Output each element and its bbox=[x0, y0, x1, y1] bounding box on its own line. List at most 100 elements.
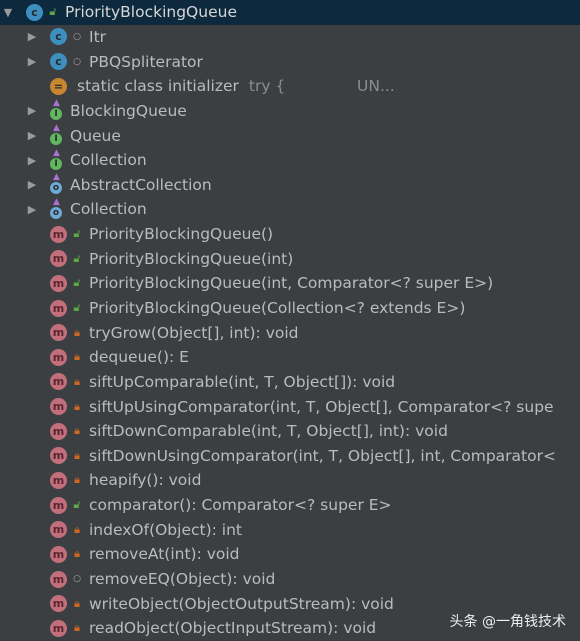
tree-row[interactable]: m 🔒︎ siftDownComparable(int, T, Object[], … bbox=[0, 419, 580, 444]
private-lock-icon: 🔒︎ bbox=[74, 374, 80, 388]
inherited-arrow-icon: ▲ bbox=[53, 98, 60, 109]
row-label: comparator(): Comparator<? super E> bbox=[89, 496, 392, 515]
row-label: Collection bbox=[70, 151, 147, 170]
tree-row[interactable]: m ○ removeEQ(Object): void bbox=[0, 567, 580, 592]
tree-row[interactable]: ▶ o ▲ AbstractCollection bbox=[0, 172, 580, 197]
row-label: writeObject(ObjectOutputStream): void bbox=[89, 594, 394, 613]
inherited-arrow-icon: ▲ bbox=[53, 147, 60, 158]
tree-row[interactable]: ▶ I ▲ BlockingQueue bbox=[0, 98, 580, 124]
private-lock-icon: 🔒︎ bbox=[74, 399, 80, 413]
method-icon: m bbox=[50, 299, 67, 317]
method-icon: m bbox=[50, 496, 67, 514]
tree-row[interactable]: m 🔓︎ comparator(): Comparator<? super E> bbox=[0, 493, 580, 518]
tree-row[interactable]: m 🔒︎ dequeue(): E bbox=[0, 345, 580, 370]
watermark: 头条 @一角钱技术 bbox=[449, 614, 566, 630]
package-private-icon: ○ bbox=[73, 31, 81, 42]
row-label: siftUpComparable(int, T, Object[]): void bbox=[89, 372, 396, 391]
tree-row[interactable]: = static class initializer try {UN... bbox=[0, 74, 580, 99]
private-lock-icon: 🔒︎ bbox=[74, 473, 80, 487]
row-label: siftUpUsingComparator(int, T, Object[], … bbox=[89, 397, 554, 416]
method-icon: m bbox=[50, 348, 67, 366]
row-label: readObject(ObjectInputStream): void bbox=[89, 619, 377, 638]
public-lock-icon: 🔓︎ bbox=[73, 251, 81, 265]
row-detail: try { bbox=[248, 77, 286, 96]
tree-row[interactable]: m 🔓︎ PriorityBlockingQueue(int, Comparator… bbox=[0, 271, 580, 296]
tree-row[interactable]: m 🔓︎ PriorityBlockingQueue(int) bbox=[0, 246, 580, 271]
private-lock-icon: 🔒︎ bbox=[74, 350, 80, 364]
public-lock-icon: 🔓︎ bbox=[73, 498, 81, 512]
row-label: siftDownUsingComparator(int, T, Object[]… bbox=[89, 446, 556, 465]
private-lock-icon: 🔒︎ bbox=[74, 424, 80, 438]
abs-icon: o ▲ bbox=[50, 172, 62, 195]
expand-down-icon[interactable]: ▼ bbox=[0, 6, 16, 19]
package-private-icon: ○ bbox=[73, 574, 81, 585]
row-label: removeAt(int): void bbox=[89, 545, 240, 564]
expand-right-icon[interactable]: ▶ bbox=[24, 104, 40, 117]
row-label: PriorityBlockingQueue() bbox=[89, 225, 274, 244]
row-label: PriorityBlockingQueue bbox=[65, 3, 237, 22]
row-label: BlockingQueue bbox=[70, 101, 187, 120]
expand-right-icon[interactable]: ▶ bbox=[24, 203, 40, 216]
row-label: PriorityBlockingQueue(Collection<? exten… bbox=[89, 299, 466, 317]
tree-row[interactable]: ▶ I ▲ Queue bbox=[0, 123, 580, 148]
tree-row[interactable]: m 🔒︎ heapify(): void bbox=[0, 468, 580, 493]
iface-icon: I ▲ bbox=[50, 98, 62, 121]
class-icon: c bbox=[26, 3, 43, 21]
method-icon: m bbox=[50, 447, 67, 465]
iface-icon: I ▲ bbox=[50, 123, 62, 146]
private-lock-icon: 🔒︎ bbox=[74, 448, 80, 462]
public-lock-icon: 🔓︎ bbox=[73, 227, 81, 241]
class-icon: c bbox=[50, 28, 67, 46]
row-detail-value: UN... bbox=[357, 77, 395, 96]
public-lock-icon: 🔓︎ bbox=[49, 5, 57, 19]
method-icon: m bbox=[50, 570, 67, 588]
tree-row[interactable]: ▶ c ○ Itr bbox=[0, 25, 580, 50]
private-lock-icon: 🔒︎ bbox=[74, 325, 80, 339]
method-icon: m bbox=[50, 373, 67, 391]
init-icon: = bbox=[50, 77, 67, 95]
method-icon: m bbox=[50, 398, 67, 416]
tree-row[interactable]: m 🔓︎ PriorityBlockingQueue() bbox=[0, 222, 580, 247]
row-label: siftDownComparable(int, T, Object[], int… bbox=[89, 422, 448, 441]
expand-right-icon[interactable]: ▶ bbox=[24, 129, 40, 142]
row-label: Collection bbox=[70, 200, 147, 219]
tree-row[interactable]: ▶ I ▲ Collection bbox=[0, 148, 580, 173]
expand-right-icon[interactable]: ▶ bbox=[24, 30, 40, 43]
tree-row[interactable]: ▶ c ○ PBQSpliterator bbox=[0, 49, 580, 74]
private-lock-icon: 🔒︎ bbox=[74, 621, 80, 635]
iface-icon: I ▲ bbox=[50, 148, 62, 170]
row-label: AbstractCollection bbox=[70, 175, 212, 194]
package-private-icon: ○ bbox=[73, 56, 81, 67]
tree-row[interactable]: m 🔒︎ removeAt(int): void bbox=[0, 542, 580, 567]
tree-row[interactable]: m 🔒︎ siftUpUsingComparator(int, T, Object[… bbox=[0, 394, 580, 419]
method-icon: m bbox=[50, 250, 67, 268]
tree-row[interactable]: m 🔒︎ siftUpComparable(int, T, Object[]): v… bbox=[0, 370, 580, 395]
tree-row[interactable]: ▶ o ▲ Collection bbox=[0, 197, 580, 222]
row-label: Itr bbox=[89, 27, 107, 46]
public-lock-icon: 🔓︎ bbox=[73, 301, 81, 314]
row-label: indexOf(Object): int bbox=[89, 520, 242, 539]
inherited-arrow-icon: ▲ bbox=[53, 172, 60, 183]
expand-right-icon[interactable]: ▶ bbox=[24, 154, 40, 167]
public-lock-icon: 🔓︎ bbox=[73, 276, 81, 290]
expand-right-icon[interactable]: ▶ bbox=[24, 55, 40, 68]
row-label: PriorityBlockingQueue(int, Comparator<? … bbox=[89, 274, 494, 293]
row-label: PBQSpliterator bbox=[89, 52, 203, 71]
abs-icon: o ▲ bbox=[50, 197, 62, 219]
inherited-arrow-icon: ▲ bbox=[53, 196, 60, 207]
private-lock-icon: 🔒︎ bbox=[74, 547, 80, 561]
row-label: Queue bbox=[70, 126, 121, 145]
tree-row[interactable]: m 🔒︎ indexOf(Object): int bbox=[0, 517, 580, 542]
private-lock-icon: 🔒︎ bbox=[74, 596, 80, 610]
row-label: PriorityBlockingQueue(int) bbox=[89, 249, 294, 268]
row-label: tryGrow(Object[], int): void bbox=[89, 323, 299, 342]
tree-row[interactable]: m 🔓︎ PriorityBlockingQueue(Collection<? ex… bbox=[0, 296, 580, 321]
method-icon: m bbox=[50, 422, 67, 440]
row-label: removeEQ(Object): void bbox=[89, 570, 276, 589]
method-icon: m bbox=[50, 521, 67, 539]
tree-row[interactable]: m 🔒︎ tryGrow(Object[], int): void bbox=[0, 320, 580, 345]
tree-row[interactable]: ▼ c 🔓︎ PriorityBlockingQueue bbox=[0, 0, 580, 25]
row-label: heapify(): void bbox=[89, 471, 202, 490]
expand-right-icon[interactable]: ▶ bbox=[24, 178, 40, 191]
tree-row[interactable]: m 🔒︎ siftDownUsingComparator(int, T, Objec… bbox=[0, 444, 580, 469]
